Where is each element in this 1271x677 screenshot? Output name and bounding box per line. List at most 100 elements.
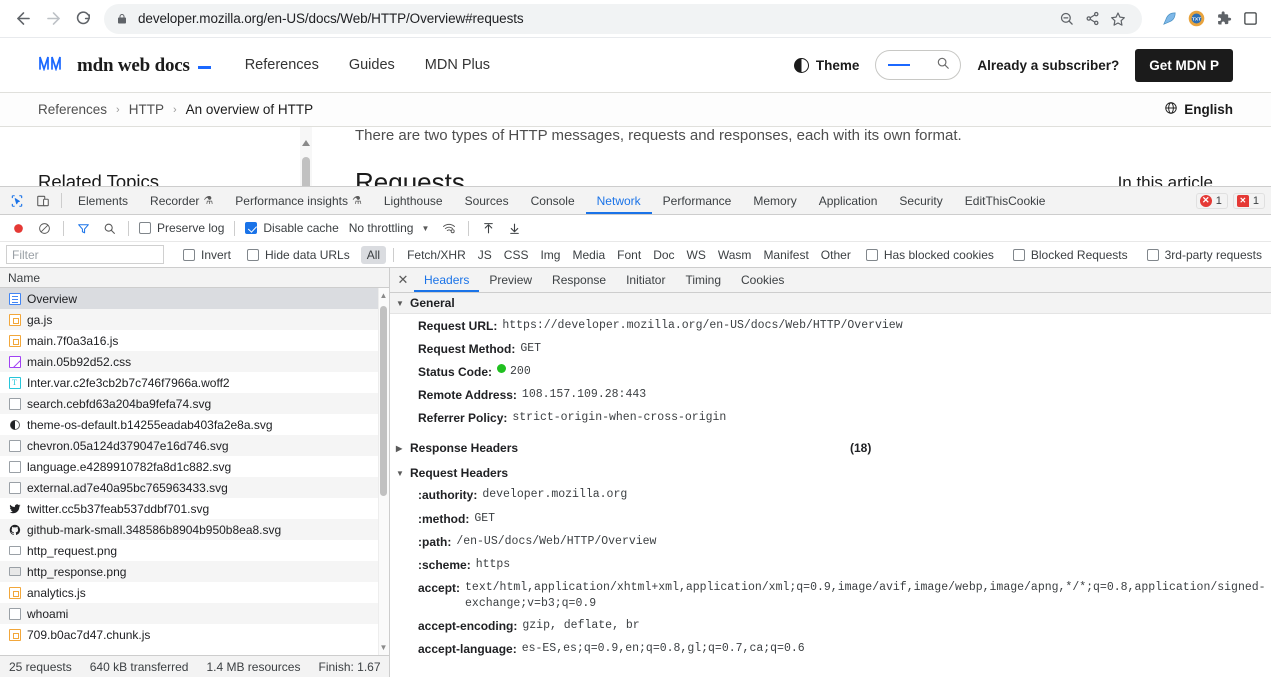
table-row[interactable]: twitter.cc5b37feab537ddbf701.svg xyxy=(0,498,389,519)
has-blocked-cookies-checkbox[interactable]: Has blocked cookies xyxy=(863,248,997,262)
profile-icon[interactable] xyxy=(1239,8,1261,30)
tab-lighthouse[interactable]: Lighthouse xyxy=(373,187,454,214)
type-filter-all[interactable]: All xyxy=(360,245,387,264)
type-filter-media[interactable]: Media xyxy=(566,246,611,264)
table-row[interactable]: Overview xyxy=(0,288,389,309)
table-row[interactable]: ga.js xyxy=(0,309,389,330)
network-conditions-icon[interactable] xyxy=(437,216,461,240)
invert-checkbox[interactable]: Invert xyxy=(180,248,234,262)
error-count-badge[interactable]: ✕ 1 xyxy=(1195,192,1228,209)
blocked-requests-checkbox[interactable]: Blocked Requests xyxy=(1010,248,1131,262)
type-filter-doc[interactable]: Doc xyxy=(647,246,680,264)
throttling-select[interactable]: No throttling xyxy=(344,221,414,235)
preserve-log-checkbox[interactable]: Preserve log xyxy=(136,221,227,235)
export-har-icon[interactable] xyxy=(502,216,526,240)
get-mdn-plus-button[interactable]: Get MDN P xyxy=(1135,48,1233,82)
device-toolbar-icon[interactable] xyxy=(30,187,56,214)
back-button[interactable] xyxy=(8,4,38,34)
filter-icon[interactable] xyxy=(71,216,95,240)
issues-count-badge[interactable]: ✕ 1 xyxy=(1232,192,1265,209)
table-row[interactable]: T Inter.var.c2fe3cb2b7c746f7966a.woff2 xyxy=(0,372,389,393)
search-icon[interactable] xyxy=(97,216,121,240)
tab-recorder[interactable]: Recorder ⚗ xyxy=(139,187,224,214)
hide-data-urls-checkbox[interactable]: Hide data URLs xyxy=(244,248,353,262)
type-filter-fetch-xhr[interactable]: Fetch/XHR xyxy=(401,246,472,264)
detail-tab-initiator[interactable]: Initiator xyxy=(616,268,675,292)
txt-extension-icon[interactable]: TXT xyxy=(1185,8,1207,30)
scrollbar-up-arrow-icon[interactable] xyxy=(302,133,310,151)
reload-button[interactable] xyxy=(68,4,98,34)
chevron-down-icon[interactable]: ▼ xyxy=(415,224,435,233)
type-filter-font[interactable]: Font xyxy=(611,246,647,264)
tab-sources[interactable]: Sources xyxy=(454,187,520,214)
type-filter-ws[interactable]: WS xyxy=(681,246,712,264)
scrollbar-down-arrow-icon[interactable]: ▼ xyxy=(379,643,388,652)
detail-tab-cookies[interactable]: Cookies xyxy=(731,268,794,292)
tab-application[interactable]: Application xyxy=(808,187,889,214)
tab-memory[interactable]: Memory xyxy=(742,187,807,214)
tab-console[interactable]: Console xyxy=(520,187,586,214)
type-filter-other[interactable]: Other xyxy=(815,246,857,264)
table-row[interactable]: search.cebfd63a204ba9fefa74.svg xyxy=(0,393,389,414)
tab-performance[interactable]: Performance xyxy=(652,187,743,214)
nav-item-guides[interactable]: Guides xyxy=(349,57,395,73)
breadcrumb-item-http[interactable]: HTTP xyxy=(129,102,164,117)
forward-button[interactable] xyxy=(38,4,68,34)
address-bar[interactable]: developer.mozilla.org/en-US/docs/Web/HTT… xyxy=(104,3,1142,34)
mdn-search-input[interactable] xyxy=(875,50,962,80)
tab-editthiscookie[interactable]: EditThisCookie xyxy=(954,187,1057,214)
record-stop-icon[interactable] xyxy=(6,216,30,240)
disable-cache-checkbox[interactable]: Disable cache xyxy=(242,221,341,235)
detail-tab-preview[interactable]: Preview xyxy=(479,268,542,292)
type-filter-js[interactable]: JS xyxy=(472,246,498,264)
subscriber-prompt[interactable]: Already a subscriber? xyxy=(977,58,1119,73)
tab-performance-insights[interactable]: Performance insights ⚗ xyxy=(224,187,373,214)
type-filter-css[interactable]: CSS xyxy=(498,246,535,264)
request-list-scrollbar-thumb[interactable] xyxy=(380,306,387,496)
table-row[interactable]: http_response.png xyxy=(0,561,389,582)
table-row[interactable]: github-mark-small.348586b8904b950b8ea8.s… xyxy=(0,519,389,540)
detail-tab-timing[interactable]: Timing xyxy=(675,268,731,292)
detail-tab-response[interactable]: Response xyxy=(542,268,616,292)
table-row[interactable]: language.e4289910782fa8d1c882.svg xyxy=(0,456,389,477)
type-filter-img[interactable]: Img xyxy=(534,246,566,264)
table-row[interactable]: external.ad7e40a95bc765963433.svg xyxy=(0,477,389,498)
filter-input[interactable]: Filter xyxy=(6,245,164,264)
bookmark-star-icon[interactable] xyxy=(1106,7,1130,31)
general-section-header[interactable]: ▼ General xyxy=(390,293,1271,314)
table-row[interactable]: 709.b0ac7d47.chunk.js xyxy=(0,624,389,645)
nav-item-mdn-plus[interactable]: MDN Plus xyxy=(425,57,490,73)
table-row[interactable]: http_request.png xyxy=(0,540,389,561)
close-icon[interactable]: ✕ xyxy=(392,268,414,292)
scrollbar-up-arrow-icon[interactable]: ▲ xyxy=(379,291,388,300)
import-har-icon[interactable] xyxy=(476,216,500,240)
tab-network[interactable]: Network xyxy=(585,187,652,214)
locale-switcher[interactable]: English xyxy=(1164,101,1233,118)
table-row[interactable]: analytics.js xyxy=(0,582,389,603)
table-row[interactable]: main.05b92d52.css xyxy=(0,351,389,372)
request-list-scroll[interactable]: Overview ga.js main.7f0a3a16.js main.05b… xyxy=(0,288,389,655)
table-row[interactable]: theme-os-default.b14255eadab403fa2e8a.sv… xyxy=(0,414,389,435)
clear-network-log-icon[interactable] xyxy=(32,216,56,240)
zoom-out-icon[interactable] xyxy=(1054,7,1078,31)
theme-toggle[interactable]: Theme xyxy=(793,57,859,73)
breadcrumb-item-references[interactable]: References xyxy=(38,102,107,117)
third-party-requests-checkbox[interactable]: 3rd-party requests xyxy=(1144,248,1265,262)
puzzle-extensions-icon[interactable] xyxy=(1212,8,1234,30)
request-headers-section-header[interactable]: ▼ Request Headers xyxy=(390,462,1271,484)
table-row[interactable]: main.7f0a3a16.js xyxy=(0,330,389,351)
detail-tab-headers[interactable]: Headers xyxy=(414,268,480,292)
table-row[interactable]: whoami xyxy=(0,603,389,624)
type-filter-manifest[interactable]: Manifest xyxy=(757,246,814,264)
mdn-logo[interactable]: mdn web docs xyxy=(38,54,211,77)
feather-extension-icon[interactable] xyxy=(1158,8,1180,30)
share-icon[interactable] xyxy=(1080,7,1104,31)
table-row[interactable]: chevron.05a124d379047e16d746.svg xyxy=(0,435,389,456)
type-filter-wasm[interactable]: Wasm xyxy=(712,246,758,264)
tab-elements[interactable]: Elements xyxy=(67,187,139,214)
tab-security[interactable]: Security xyxy=(888,187,953,214)
inspect-element-icon[interactable] xyxy=(4,187,30,214)
nav-item-references[interactable]: References xyxy=(245,57,319,73)
request-list-column-header[interactable]: Name xyxy=(0,268,389,288)
response-headers-section-header[interactable]: ▶ Response Headers (18) xyxy=(390,437,1271,459)
